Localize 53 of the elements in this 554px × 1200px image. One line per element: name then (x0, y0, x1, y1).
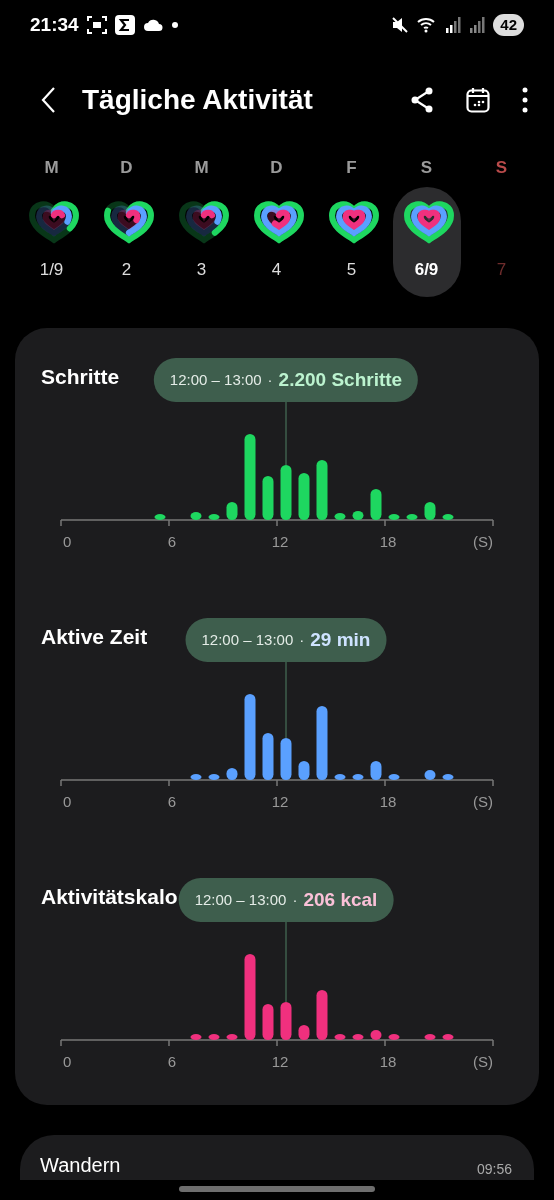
tooltip-separator: · (292, 889, 298, 910)
card-title: Wandern (40, 1153, 121, 1178)
axis-label: 6 (167, 793, 177, 810)
chart-title: Schritte (41, 364, 120, 390)
tooltip-separator: · (267, 369, 273, 390)
day-tab[interactable]: 4 (242, 187, 311, 297)
weekday-label: M (44, 157, 59, 179)
sigma-app-icon (114, 15, 135, 35)
axis-label: (S) (473, 1053, 493, 1070)
clock-time: 21:34 (30, 12, 79, 37)
weekday-label: D (270, 157, 283, 179)
tooltip-time: 12:00 – 13:00 (201, 629, 294, 650)
tooltip-value: 206 kcal (303, 887, 378, 912)
day-tab[interactable]: 3 (167, 187, 236, 297)
axis-label: 18 (379, 533, 397, 550)
day-tab[interactable]: 1/9 (17, 187, 86, 297)
tooltip-time: 12:00 – 13:00 (194, 889, 287, 910)
day-tab[interactable]: 6/9 (392, 187, 461, 297)
axis-label: 0 (63, 1053, 72, 1070)
axis-label: 6 (167, 533, 177, 550)
axis-label: (S) (473, 793, 493, 810)
axis-label: 6 (167, 1053, 177, 1070)
axis-label: 0 (63, 533, 72, 550)
tooltip-time: 12:00 – 13:00 (169, 369, 262, 390)
signal-icon (469, 17, 486, 33)
battery-level: 42 (493, 14, 524, 36)
tooltip-value: 2.200 Schritte (278, 367, 403, 392)
weekday-label: S (495, 157, 508, 179)
tooltip-separator: · (299, 629, 305, 650)
weekday-label: D (120, 157, 133, 179)
axis-label: 18 (379, 1053, 397, 1070)
weekday-label: M (194, 157, 209, 179)
tooltip-value: 29 min (310, 627, 371, 652)
axis-label: (S) (473, 533, 493, 550)
weekday-label: F (346, 157, 357, 179)
axis-label: 18 (379, 793, 397, 810)
axis-label: 12 (271, 533, 289, 550)
axis-label: 0 (63, 793, 72, 810)
chart-title: Aktivitätskalo (41, 884, 178, 910)
notification-dot-icon (170, 21, 179, 29)
card-time: 09:56 (476, 1160, 512, 1179)
screenshot-icon (86, 16, 107, 34)
mute-icon (391, 16, 410, 34)
day-tab[interactable]: 2 (92, 187, 161, 297)
axis-label: 12 (271, 793, 289, 810)
cloud-icon (142, 19, 163, 31)
page-title: Tägliche Aktivität (82, 83, 313, 117)
more-options-icon[interactable] (522, 87, 528, 113)
axis-label: 12 (271, 1053, 289, 1070)
signal-icon (445, 17, 462, 33)
chart-title: Aktive Zeit (41, 624, 148, 650)
day-tab[interactable]: 5 (317, 187, 386, 297)
weekday-label: S (420, 157, 433, 179)
